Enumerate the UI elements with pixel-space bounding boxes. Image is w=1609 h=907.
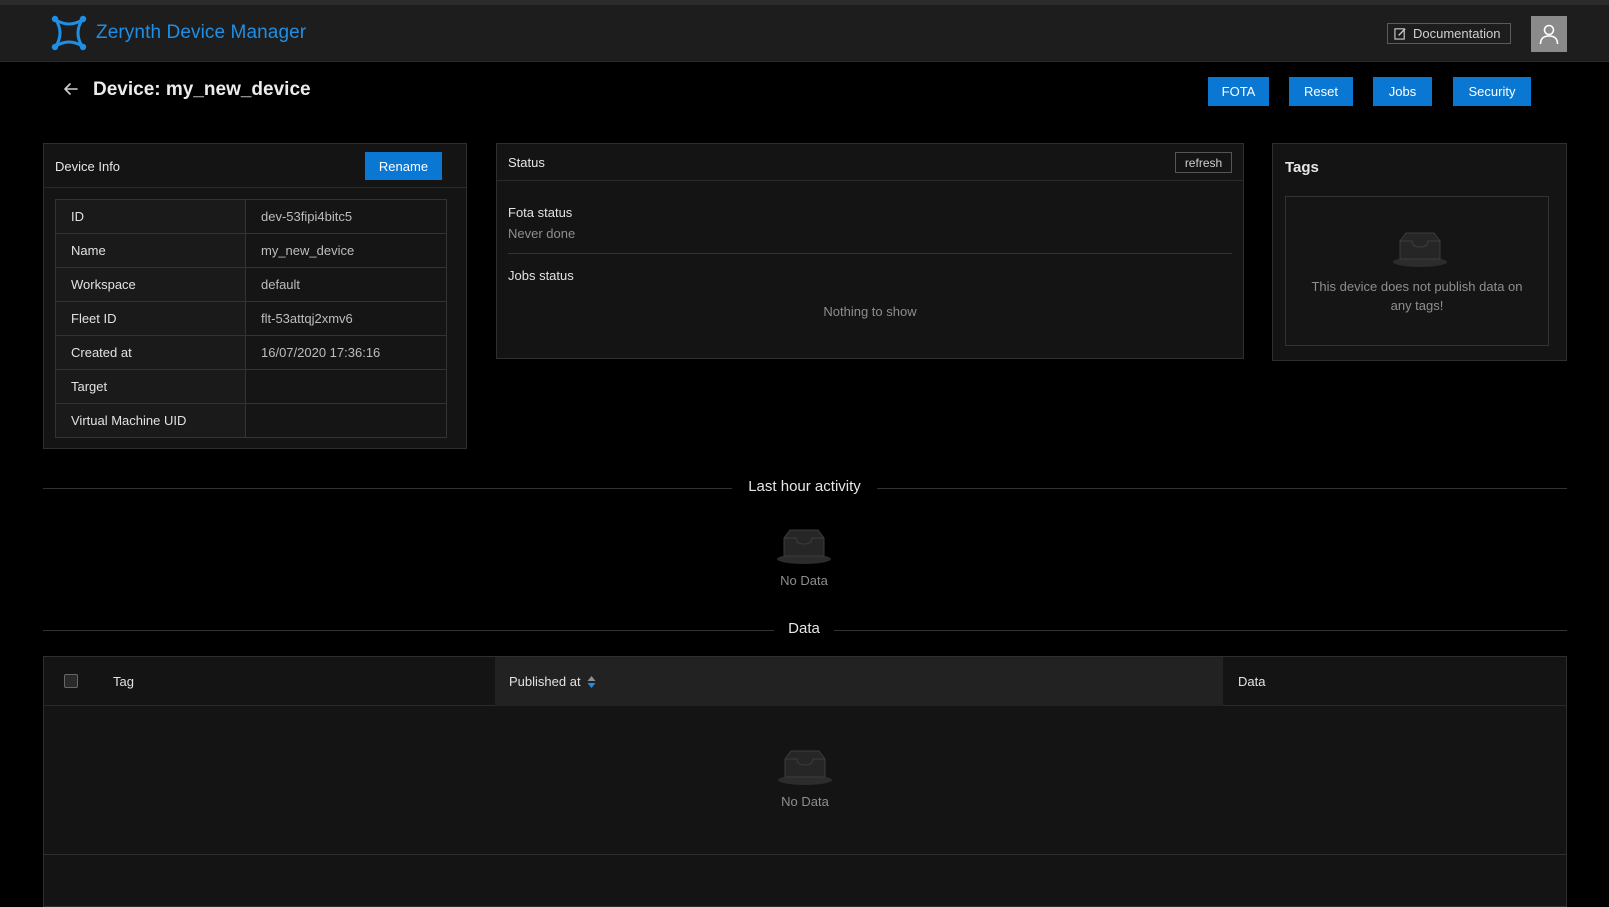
column-tag-label: Tag	[113, 674, 134, 689]
table-row: Created at 16/07/2020 17:36:16	[55, 335, 447, 370]
device-info-panel: Device Info Rename ID dev-53fipi4bitc5 N…	[43, 143, 467, 449]
table-row: Workspace default	[55, 267, 447, 302]
table-row: Fleet ID flt-53attqj2xmv6	[55, 301, 447, 336]
info-value: flt-53attqj2xmv6	[245, 301, 447, 336]
back-arrow-icon[interactable]	[62, 80, 80, 98]
info-key: Created at	[55, 335, 246, 370]
documentation-button[interactable]: Documentation	[1387, 23, 1511, 44]
documentation-label: Documentation	[1413, 26, 1501, 41]
info-key: Name	[55, 233, 246, 268]
table-row: ID dev-53fipi4bitc5	[55, 199, 447, 234]
jobs-empty-text: Nothing to show	[823, 304, 917, 319]
empty-inbox-icon	[777, 529, 831, 564]
empty-inbox-icon	[778, 750, 832, 785]
zerynth-logo-icon	[51, 15, 87, 51]
info-value: 16/07/2020 17:36:16	[245, 335, 447, 370]
table-row: Target	[55, 369, 447, 404]
data-section-title: Data	[774, 620, 834, 637]
activity-empty-text: No Data	[780, 573, 828, 588]
select-all-checkbox[interactable]	[64, 674, 78, 688]
table-divider	[44, 854, 1566, 855]
device-info-table: ID dev-53fipi4bitc5 Name my_new_device W…	[55, 199, 447, 438]
column-data-label: Data	[1238, 674, 1266, 689]
data-table-header: Tag Published at Data	[44, 657, 1566, 706]
info-value: dev-53fipi4bitc5	[245, 199, 447, 234]
device-info-header: Device Info Rename	[44, 144, 466, 188]
refresh-button[interactable]: refresh	[1175, 152, 1232, 173]
info-key: ID	[55, 199, 246, 234]
info-value	[245, 369, 447, 404]
table-row: Virtual Machine UID	[55, 403, 447, 438]
column-tag[interactable]: Tag	[113, 657, 539, 706]
column-published-at[interactable]: Published at	[495, 657, 1223, 706]
column-data[interactable]: Data	[1224, 657, 1564, 706]
jobs-button[interactable]: Jobs	[1373, 77, 1432, 106]
column-published-at-label: Published at	[509, 674, 581, 689]
jobs-status-label: Jobs status	[508, 268, 574, 283]
empty-inbox-icon	[1393, 232, 1447, 267]
divider	[508, 253, 1232, 254]
status-panel: Status refresh Fota status Never done Jo…	[496, 143, 1244, 359]
security-button[interactable]: Security	[1453, 77, 1531, 106]
info-key: Virtual Machine UID	[55, 403, 246, 438]
user-avatar-button[interactable]	[1531, 16, 1567, 52]
data-empty-text: No Data	[781, 794, 829, 809]
tags-empty-box: This device does not publish data on any…	[1285, 196, 1549, 346]
user-icon	[1539, 24, 1559, 45]
app-header: Zerynth Device Manager Documentation	[0, 5, 1609, 62]
info-value: my_new_device	[245, 233, 447, 268]
info-key: Fleet ID	[55, 301, 246, 336]
status-header: Status refresh	[497, 144, 1243, 181]
fota-button[interactable]: FOTA	[1208, 77, 1269, 106]
activity-title: Last hour activity	[732, 478, 877, 495]
table-row: Name my_new_device	[55, 233, 447, 268]
tags-panel: Tags This device does not publish data o…	[1272, 143, 1567, 361]
edit-icon	[1394, 28, 1406, 40]
fota-status-value: Never done	[508, 226, 576, 241]
info-key: Workspace	[55, 267, 246, 302]
info-value: default	[245, 267, 447, 302]
info-value	[245, 403, 447, 438]
status-title: Status	[508, 155, 545, 170]
info-key: Target	[55, 369, 246, 404]
device-info-title: Device Info	[55, 159, 121, 174]
fota-status-label: Fota status	[508, 205, 573, 220]
rename-button[interactable]: Rename	[365, 152, 442, 180]
page-title: Device: my_new_device	[93, 79, 311, 100]
brand-name[interactable]: Zerynth Device Manager	[96, 22, 306, 44]
data-table: Tag Published at Data No Data	[43, 656, 1567, 907]
sort-icon[interactable]	[587, 675, 596, 688]
tags-title: Tags	[1285, 159, 1319, 176]
reset-button[interactable]: Reset	[1289, 77, 1353, 106]
tags-empty-text: This device does not publish data on any…	[1311, 279, 1523, 313]
